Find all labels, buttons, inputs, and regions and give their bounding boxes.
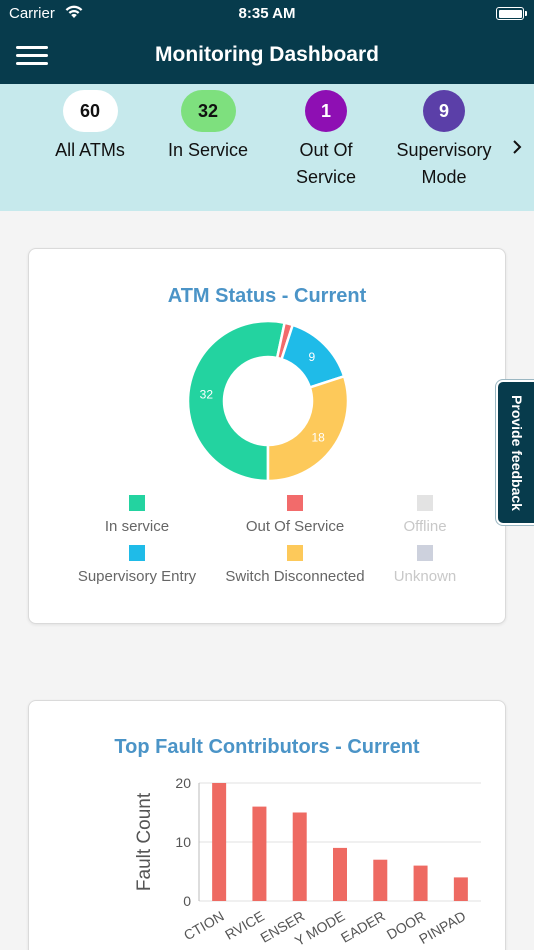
- supervisory-mode-count-badge: 9: [423, 90, 465, 132]
- supervisory-mode-label-line-1: Supervisory: [396, 140, 492, 160]
- fault-contributors-bar-chart: 01020Fault CountCTIONRVICEENSERY MODEEAD…: [134, 775, 481, 949]
- battery-icon: [496, 7, 527, 20]
- y-axis-label: Fault Count: [134, 792, 155, 891]
- clock: 8:35 AM: [238, 5, 296, 22]
- y-tick-label: 0: [183, 893, 191, 909]
- legend-offline-swatch: [417, 495, 433, 511]
- y-tick-label: 10: [175, 834, 191, 850]
- legend-in-service[interactable]: In service: [57, 495, 217, 535]
- y-tick-label: 20: [175, 775, 191, 791]
- legend-supervisory-entry-swatch: [129, 545, 145, 561]
- summary-supervisory-mode[interactable]: 9 Supervisory Mode: [385, 90, 503, 191]
- donut-data-label: 18: [311, 430, 325, 444]
- provide-feedback-tab[interactable]: Provide feedback: [496, 380, 534, 525]
- x-tick-label: PINPAD: [416, 908, 468, 947]
- out-of-service-label-line-2: Service: [295, 167, 357, 187]
- all-atms-label: All ATMs: [55, 140, 125, 160]
- x-tick-label: EADER: [338, 908, 388, 946]
- status-bar: Carrier 8:35 AM: [0, 0, 534, 28]
- atm-status-card: ATM Status - Current 32 9 18 In service Ou…: [28, 248, 506, 624]
- legend-unknown-swatch: [417, 545, 433, 561]
- legend-unknown-label: Unknown: [393, 568, 457, 585]
- legend-supervisory-entry-label: Supervisory Entry: [77, 568, 197, 585]
- nav-bar: Monitoring Dashboard: [0, 28, 534, 84]
- legend-in-service-swatch: [129, 495, 145, 511]
- summary-out-of-service[interactable]: 1 Out Of Service: [267, 90, 385, 191]
- fault-bar[interactable]: [212, 783, 227, 901]
- supervisory-mode-label: Supervisory Mode: [385, 137, 503, 191]
- fault-contributors-card: Top Fault Contributors - Current 0 10 20 Fa…: [28, 700, 506, 950]
- summary-in-service[interactable]: 32 In Service: [149, 90, 267, 164]
- legend-in-service-label: In service: [104, 518, 170, 535]
- atm-status-donut-chart: 32 9 18: [186, 319, 350, 483]
- summary-all-atms[interactable]: 60 All ATMs: [31, 90, 149, 164]
- all-atms-count-badge: 60: [62, 90, 118, 132]
- fault-bar[interactable]: [453, 877, 468, 901]
- in-service-count-badge: 32: [180, 90, 236, 132]
- fault-bar[interactable]: [373, 859, 388, 901]
- legend-offline[interactable]: Offline: [345, 495, 505, 535]
- chevron-right-icon[interactable]: [511, 138, 523, 156]
- donut-data-label: 9: [308, 350, 315, 364]
- out-of-service-label-line-1: Out Of: [299, 140, 353, 160]
- fault-bar[interactable]: [252, 806, 267, 901]
- fault-bar[interactable]: [292, 812, 307, 902]
- page-title: Monitoring Dashboard: [155, 43, 379, 66]
- legend-out-of-service-swatch: [287, 495, 303, 511]
- out-of-service-count-badge: 1: [305, 90, 347, 132]
- out-of-service-label: Out Of Service: [267, 137, 385, 191]
- fault-bar[interactable]: [413, 865, 428, 901]
- in-service-label: In Service: [167, 140, 249, 160]
- supervisory-mode-label-line-2: Mode: [421, 167, 467, 187]
- legend-offline-label: Offline: [403, 518, 447, 535]
- legend-unknown[interactable]: Unknown: [345, 545, 505, 585]
- donut-data-label: 32: [200, 388, 214, 402]
- legend-switch-disconnected-swatch: [287, 545, 303, 561]
- atm-summary-strip: 60 All ATMs 32 In Service 1 Out Of Servi…: [0, 84, 534, 211]
- fault-bar[interactable]: [333, 847, 347, 901]
- x-tick-label: CTION: [181, 908, 227, 944]
- provide-feedback-label: Provide feedback: [509, 394, 525, 511]
- donut-slice-switch-disconnected[interactable]: [266, 374, 350, 483]
- legend-supervisory-entry[interactable]: Supervisory Entry: [57, 545, 217, 585]
